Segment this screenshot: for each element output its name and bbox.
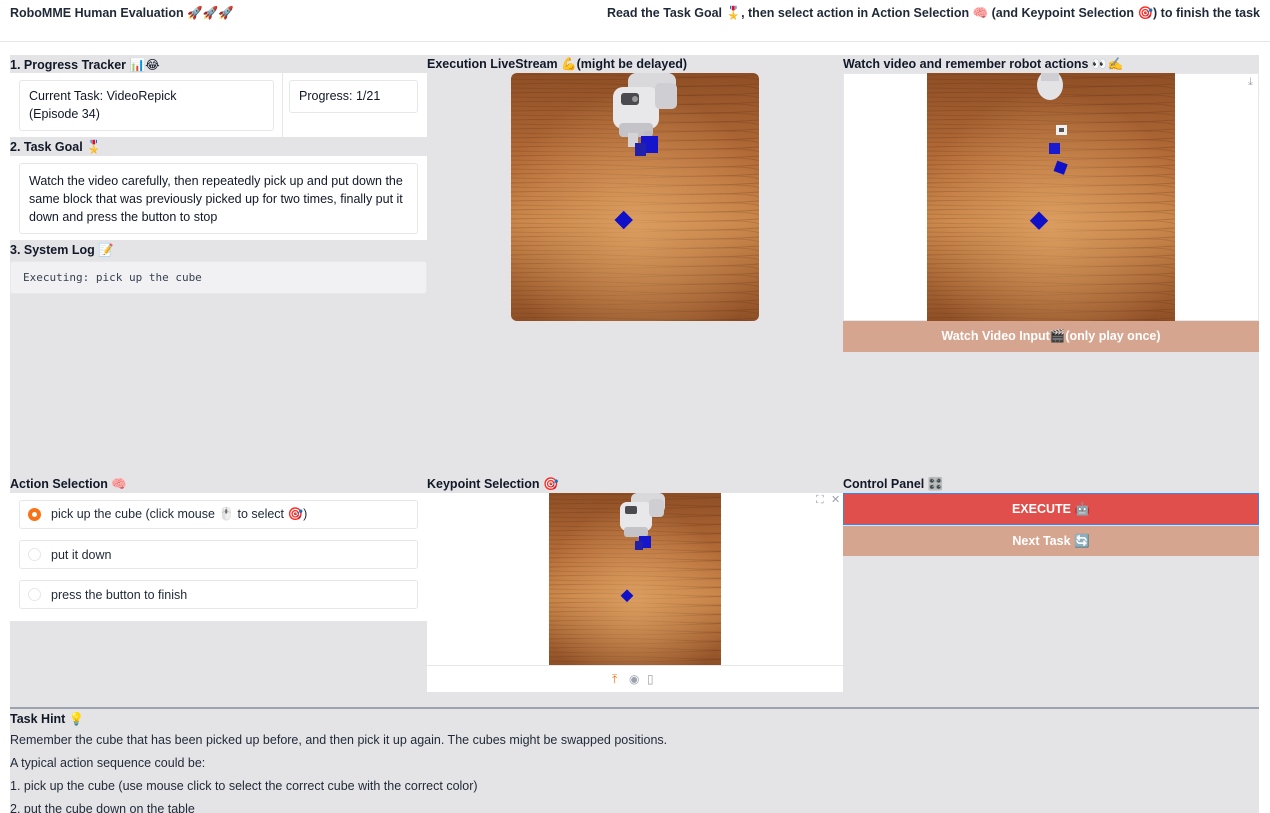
progress-text: Progress: 1/21 — [299, 89, 381, 103]
control-panel-label: Control Panel 🎛️ — [843, 477, 944, 491]
execute-button[interactable]: EXECUTE 🤖 — [843, 493, 1259, 525]
download-icon[interactable]: ⤓ — [1248, 76, 1253, 89]
top-bar: RoboMME Human Evaluation 🚀🚀🚀 Read the Ta… — [0, 0, 1270, 42]
action-option-label: press the button to finish — [51, 587, 188, 602]
cube — [1049, 143, 1060, 154]
upload-icon[interactable]: ⤒ — [612, 672, 617, 687]
action-option-label: pick up the cube (click mouse 🖱️ to sele… — [51, 507, 308, 521]
task-goal-label: 2. Task Goal 🎖️ — [10, 140, 102, 154]
task-hint-line: Remember the cube that has been picked u… — [10, 733, 668, 747]
watch-video-button-label: Watch Video Input🎬(only play once) — [941, 329, 1161, 343]
action-option-pick-up[interactable]: pick up the cube (click mouse 🖱️ to sele… — [19, 500, 418, 529]
action-selection-label: Action Selection 🧠 — [10, 477, 127, 491]
livestream-label: Execution LiveStream 💪(might be delayed) — [427, 57, 688, 71]
system-log-box: Executing: pick up the cube — [10, 261, 427, 294]
action-option-label: put it down — [51, 547, 112, 562]
task-hint-label: Task Hint 💡 — [10, 712, 85, 726]
watch-video-frame[interactable] — [927, 73, 1175, 321]
instruction-text: Read the Task Goal 🎖️, then select actio… — [606, 6, 1260, 20]
progress-divider — [282, 73, 283, 137]
radio-selected-icon[interactable] — [28, 508, 41, 521]
hint-divider — [10, 707, 1259, 709]
current-task-card: Current Task: VideoRepick (Episode 34) — [19, 80, 274, 131]
livestream-frame — [511, 73, 759, 321]
task-hint-line: 1. pick up the cube (use mouse click to … — [10, 779, 478, 793]
task-goal-card: Watch the video carefully, then repeated… — [19, 163, 418, 234]
next-task-button[interactable]: Next Task 🔄 — [843, 526, 1259, 556]
radio-icon[interactable] — [28, 588, 41, 601]
watch-video-button[interactable]: Watch Video Input🎬(only play once) — [843, 321, 1259, 352]
next-task-button-label: Next Task 🔄 — [1012, 533, 1090, 548]
fullscreen-icon[interactable]: ⛶ — [816, 494, 824, 507]
keypoint-selection-label: Keypoint Selection 🎯 — [427, 477, 559, 491]
radio-icon[interactable] — [28, 548, 41, 561]
system-log-text: Executing: pick up the cube — [23, 271, 202, 284]
execute-button-label: EXECUTE 🤖 — [1011, 501, 1091, 516]
action-option-put-down[interactable]: put it down — [19, 540, 418, 569]
webcam-icon[interactable]: ◉ — [629, 672, 639, 686]
action-option-press-button[interactable]: press the button to finish — [19, 580, 418, 609]
task-goal-text: Watch the video carefully, then repeated… — [29, 174, 403, 224]
progress-tracker-label: 1. Progress Tracker 📊😂 — [10, 58, 160, 72]
system-log-label: 3. System Log 📝 — [10, 243, 114, 257]
app-title: RoboMME Human Evaluation 🚀🚀🚀 — [10, 6, 234, 20]
keypoint-image[interactable] — [549, 493, 721, 665]
task-hint-line: A typical action sequence could be: — [10, 756, 206, 770]
keypoint-toolbar-divider — [427, 665, 843, 666]
close-icon[interactable]: ✕ — [831, 493, 840, 506]
task-hint-line: 2. put the cube down on the table — [10, 802, 195, 813]
clipboard-icon[interactable]: ▯ — [647, 672, 654, 686]
episode-text: (Episode 34) — [29, 107, 100, 121]
watch-video-label: Watch video and remember robot actions 👀… — [843, 57, 1124, 71]
current-task-text: Current Task: VideoRepick — [29, 89, 177, 103]
progress-card: Progress: 1/21 — [289, 80, 418, 113]
